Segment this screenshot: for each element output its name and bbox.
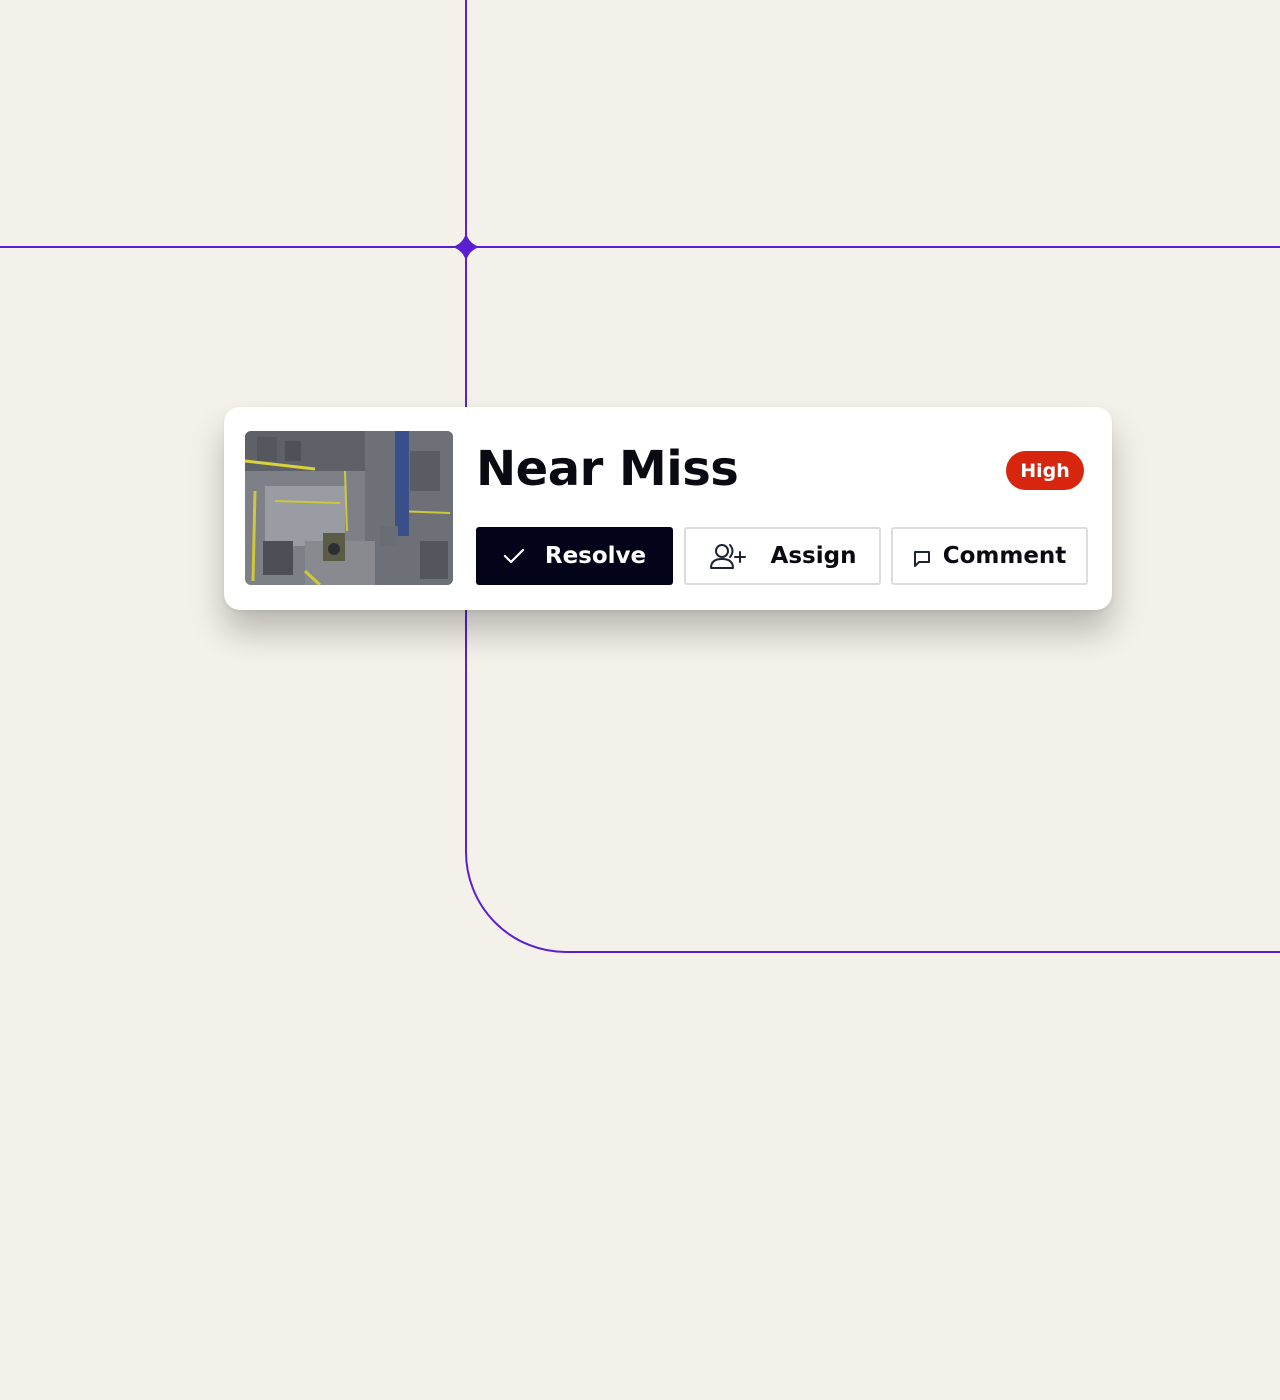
resolve-label: Resolve [544, 543, 647, 569]
user-add-icon [709, 542, 747, 570]
resolve-button[interactable]: Resolve [476, 527, 673, 585]
comment-button[interactable]: Comment [891, 527, 1088, 585]
incident-thumbnail[interactable] [245, 431, 453, 585]
page: { "colors": { "background": "#f4f1ea", "… [0, 0, 1280, 1400]
incident-title: Near Miss [476, 441, 739, 497]
check-icon [503, 547, 525, 565]
severity-badge: High [1006, 451, 1084, 490]
incident-card[interactable]: Near Miss High Resolve Assign Comment [224, 407, 1112, 610]
decorative-guide-lines [0, 0, 1280, 953]
comment-icon [913, 550, 931, 568]
comment-label: Comment [942, 543, 1067, 569]
severity-label: High [1020, 459, 1070, 482]
assign-button[interactable]: Assign [684, 527, 881, 585]
assign-label: Assign [770, 543, 857, 569]
warehouse-camera-image [245, 431, 453, 585]
